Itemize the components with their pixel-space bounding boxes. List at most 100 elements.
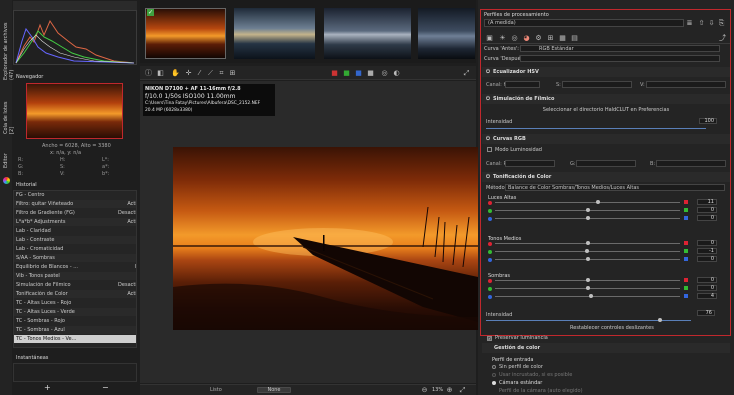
filmstrip-thumb-2[interactable] [234,8,315,59]
tone-intensity-value[interactable]: 76 [697,310,715,316]
tab-batch-queue[interactable]: Cola de lotes [2] [3,96,15,134]
section-color-toning[interactable]: ⏻ Tonificación de Color [482,172,730,182]
film-power-icon[interactable]: ⏻ [486,96,490,102]
crosshair-icon[interactable]: ✛ [184,69,193,78]
midtones-slider-knob[interactable] [585,257,590,261]
channel-blue-icon[interactable]: ■ [354,69,363,78]
filmstrip-thumb-active[interactable] [145,8,226,59]
midtones-value[interactable]: 0 [697,240,717,246]
shadows-slider-knob[interactable] [585,286,590,290]
history-row[interactable]: L*a*b* Adjustments Activado [14,218,136,226]
rgb-g-curve[interactable] [576,160,636,167]
curve-before-type[interactable]: RGB Estándar [520,45,720,52]
history-row[interactable]: Lab - Cromaticidad8 [14,245,136,253]
profile-list-icon[interactable]: ≣ [685,19,694,28]
tone-intensity-knob[interactable] [658,318,662,322]
rgb-r-curve[interactable] [505,160,555,167]
highlights-value[interactable]: 11 [697,199,717,205]
profile-selector[interactable]: (A medida) [484,19,684,27]
shadows-value[interactable]: 0 [697,277,717,283]
before-after-icon[interactable]: ◧ [156,69,165,78]
hand-icon[interactable]: ✋ [171,69,180,78]
tab-detail-icon[interactable]: ◎ [510,34,519,43]
no-profile-radio[interactable] [492,365,496,369]
rgb-b-curve[interactable] [656,160,726,167]
tab-raw-icon[interactable]: ▦ [558,34,567,43]
highlights-value[interactable]: 0 [697,215,717,221]
copy-profile-icon[interactable]: ⎘ [717,19,726,28]
channel-lum-icon[interactable]: ■ [366,69,375,78]
film-intensity-slider[interactable] [486,128,706,129]
transform-icon[interactable]: ⊞ [228,69,237,78]
highlights-slider[interactable] [495,202,680,203]
history-row[interactable]: TC - Altas Luces - Rojo11 [14,299,136,307]
rgb-power-icon[interactable]: ⏻ [486,136,490,142]
zoom-out-icon[interactable]: ⊖ [420,386,429,395]
history-row[interactable]: Filtro de Gradiente (FG) Desactivado [14,209,136,217]
channel-green-icon[interactable]: ■ [342,69,351,78]
film-intensity-value[interactable]: 100 [699,118,717,124]
history-row[interactable]: Filtro: quitar Viñeteado Activado [14,200,136,208]
open-profile-icon[interactable]: ⇧ [697,19,706,28]
highlights-value[interactable]: 0 [697,207,717,213]
shadows-slider-knob[interactable] [585,278,590,282]
history-row[interactable]: TC - Sombras - Rojo0 [14,317,136,325]
history-row[interactable]: TC - Altas Luces - Verde00 [14,308,136,316]
tab-advanced-icon[interactable]: ⚙ [534,34,543,43]
tab-color-icon[interactable]: ◕ [522,34,531,43]
preserve-lum-checkbox[interactable]: ✓ [487,336,492,341]
save-profile-icon[interactable]: ⇩ [707,19,716,28]
add-snapshot-button[interactable]: + [44,383,51,392]
highlights-slider-knob[interactable] [585,216,590,220]
focus-mask-icon[interactable]: ◎ [380,69,389,78]
section-film-simulation[interactable]: ⏻ Simulación de Fílmico [482,94,730,104]
history-row[interactable]: Lab - Claridad -8.00 [14,227,136,235]
zoom-in-icon[interactable]: ⊕ [445,386,454,395]
navigator-thumbnail[interactable] [26,83,123,139]
midtones-value[interactable]: -1 [697,248,717,254]
midtones-slider-knob[interactable] [585,241,590,245]
highlights-slider-knob[interactable] [585,208,590,212]
section-rgb-curves[interactable]: ⏻ Curvas RGB [482,134,730,144]
film-clut-button[interactable]: Seleccionar el directorio HaldCLUT en Pr… [486,107,726,113]
highlights-slider-knob[interactable] [595,200,600,204]
tab-exposure-icon[interactable]: ☀ [498,34,507,43]
lum-mode-checkbox[interactable] [487,147,492,152]
midtones-value[interactable]: 0 [697,256,717,262]
history-row[interactable]: Vib - Tonos pastel-2 [14,272,136,280]
section-hsv[interactable]: ⏻ Ecualizador HSV [482,67,730,77]
history-row[interactable]: Tonificación de Color Activado [14,290,136,298]
tab-transform-icon[interactable]: ⊞ [546,34,555,43]
method-dropdown[interactable]: Balance de Color Sombras/Tonos Medios/Lu… [505,184,725,191]
camera-std-radio[interactable] [492,381,496,385]
tab-editor[interactable]: Editor [3,152,9,168]
history-row[interactable]: TC - Tonos Medios - Ve...-1 [14,335,136,343]
shadows-value[interactable]: 0 [697,285,717,291]
info-icon[interactable]: ⓘ [144,69,153,78]
fullscreen-icon[interactable]: ⤢ [462,69,471,78]
straighten-icon[interactable]: ⟋ [206,69,215,78]
tab-meta-icon[interactable]: ▤ [570,34,579,43]
zoom-fit-icon[interactable]: ⤢ [458,386,467,395]
reset-sliders-button[interactable]: Restablecer controles deslizantes [570,325,654,331]
toning-power-icon[interactable]: ⏻ [486,174,490,180]
crop-icon[interactable]: ⌗ [217,69,226,78]
remove-snapshot-button[interactable]: − [102,383,109,392]
history-row[interactable]: Lab - Contraste22 [14,236,136,244]
filmstrip-thumb-4[interactable] [418,8,475,59]
filmstrip-thumb-3[interactable] [324,8,411,59]
hsv-power-icon[interactable]: ⏻ [486,69,490,75]
history-row[interactable]: S/AA - Sombras27 [14,254,136,262]
hsv-h-curve[interactable] [505,81,540,88]
curve-after-type[interactable] [520,55,720,62]
history-row[interactable]: Equilibrio de Blancos - ... 0.960 [14,263,136,271]
hsv-s-curve[interactable] [562,81,632,88]
shadows-slider[interactable] [495,296,680,297]
channel-red-icon[interactable]: ■ [330,69,339,78]
history-row[interactable]: Simulación de Fílmico Desactivado [14,281,136,289]
picker-icon[interactable]: ⁄ [195,69,204,78]
section-color-management[interactable]: Gestión de color [482,343,730,353]
history-row[interactable]: TC - Sombras - Azul4 [14,326,136,334]
midtones-slider-knob[interactable] [584,249,589,253]
shadows-value[interactable]: 4 [697,293,717,299]
